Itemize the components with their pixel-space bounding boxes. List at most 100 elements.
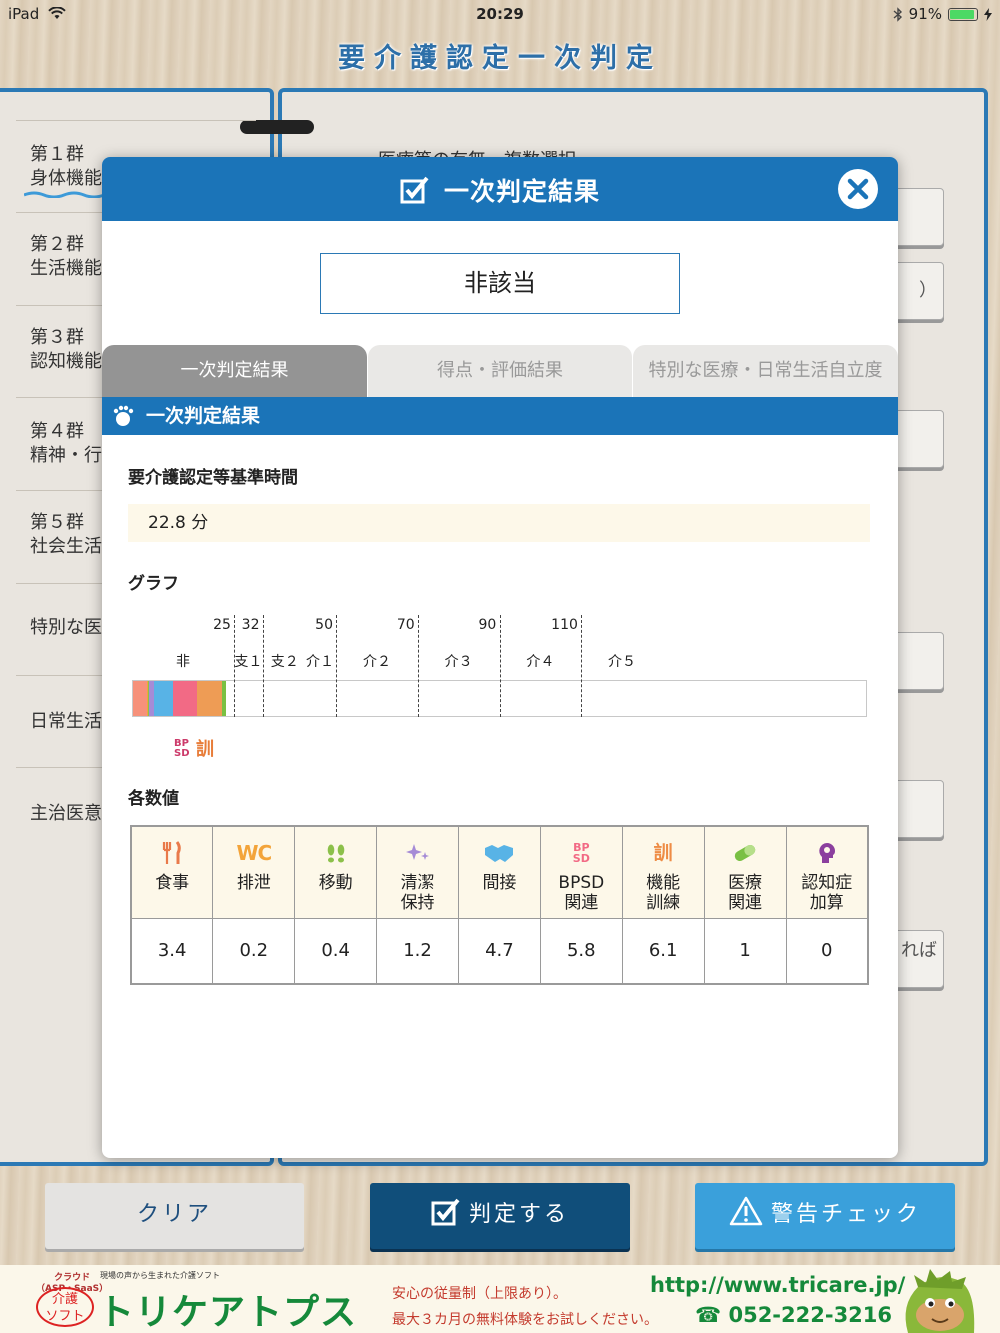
col-hygiene-label-1: 清潔 — [400, 873, 435, 893]
chart-segment — [173, 681, 198, 716]
ad-logo-circle: 介護 ソフト — [36, 1287, 94, 1327]
close-icon — [847, 178, 869, 200]
tab-special-medical[interactable]: 特別な医療・日常生活自立度 — [633, 345, 898, 397]
col-medical-label-1: 医療 — [728, 873, 763, 893]
care-level-label: 介３ — [444, 654, 473, 670]
app-title: 要介護認定一次判定 — [338, 43, 662, 74]
bluetooth-icon — [893, 6, 902, 22]
threshold-label: 70 — [396, 617, 415, 633]
threshold-line — [262, 615, 264, 717]
col-indirect-label: 間接 — [482, 873, 517, 893]
status-bar: iPad 20:29 91% — [0, 0, 1000, 28]
care-level-label: 介４ — [526, 654, 555, 670]
col-bpsd-label-1: BPSD — [558, 873, 605, 893]
status-time: 20:29 — [476, 5, 524, 23]
modal-header: 一次判定結果 — [102, 157, 898, 221]
values-label: 各数値 — [128, 789, 179, 809]
col-hygiene: 清潔 保持 — [376, 825, 459, 919]
col-meal-label: 食事 — [155, 873, 190, 893]
judge-button[interactable]: 判定する — [370, 1183, 630, 1249]
ad-text-line-2: 最大３カ月の無料体験をお試しください。 — [392, 1312, 658, 1328]
judge-button-label: 判定する — [468, 1202, 569, 1227]
care-level-label: 介１ — [305, 654, 334, 670]
standard-time-label: 要介護認定等基準時間 — [128, 468, 298, 488]
ad-banner[interactable]: クラウド （ASP・SaaS） 介護 ソフト 現場の声から生まれた介護ソフト ト… — [0, 1265, 1000, 1333]
col-training-label-2: 訓練 — [646, 893, 681, 913]
value-hygiene: 1.2 — [376, 917, 459, 985]
warning-check-button[interactable]: 警告チェック — [695, 1183, 955, 1249]
col-training-label-1: 機能 — [646, 873, 681, 893]
mascot-dinosaur-icon — [905, 1269, 975, 1333]
threshold-line — [417, 615, 419, 717]
paw-icon — [113, 405, 134, 426]
ad-tagline: 現場の声から生まれた介護ソフト — [100, 1271, 220, 1280]
col-training: 訓 機能 訓練 — [621, 825, 705, 919]
col-dementia-label-2: 加算 — [809, 893, 844, 913]
legend-bpsd-bottom: SD — [174, 748, 190, 759]
chart-segment — [133, 681, 147, 716]
col-medical-label-2: 関連 — [728, 893, 763, 913]
standard-time-value: 22.8 分 — [128, 504, 870, 542]
result-modal: 一次判定結果 非該当 一次判定結果 得点・評価結果 特別な医療・日常生活自立度 … — [102, 157, 898, 1158]
col-indirect: 間接 — [458, 825, 541, 919]
col-movement: 移動 — [294, 825, 378, 919]
value-dementia: 0 — [785, 917, 869, 985]
values-table-header-row: 食事 WC 排泄 移動 清潔 保持 間接 BP SD BPSD 関連 訓 機能 … — [130, 825, 869, 919]
bpsd-icon: BP SD — [541, 839, 622, 867]
warning-icon — [729, 1196, 763, 1226]
threshold-line — [336, 615, 338, 717]
col-movement-label: 移動 — [318, 873, 353, 893]
col-hygiene-label-2: 保持 — [400, 893, 435, 913]
sparkle-icon — [377, 839, 458, 867]
threshold-label: 50 — [315, 617, 333, 633]
value-medical: 1 — [703, 917, 787, 985]
legend-bpsd-icon: BP SD — [174, 739, 190, 759]
legend-kun-icon: 訓 — [196, 739, 214, 760]
value-training: 6.1 — [621, 917, 705, 985]
threshold-line — [499, 615, 501, 717]
value-excretion: 0.2 — [212, 917, 296, 985]
care-level-label: 支２ — [270, 654, 299, 670]
col-dementia: 認知症 加算 — [785, 825, 869, 919]
section-header: 一次判定結果 — [102, 397, 898, 435]
battery-icon — [948, 7, 978, 21]
col-bpsd: BP SD BPSD 関連 — [539, 825, 623, 919]
value-bpsd: 5.8 — [539, 917, 623, 985]
wc-icon: WC — [213, 839, 294, 867]
wc-icon-text: WC — [236, 841, 272, 865]
chart-segment — [197, 681, 222, 716]
clear-button[interactable]: クリア — [45, 1183, 304, 1249]
bg-option-6-text: れば — [901, 940, 937, 961]
col-meal: 食事 — [130, 825, 214, 919]
tab-score-evaluation[interactable]: 得点・評価結果 — [368, 345, 632, 397]
col-excretion-label: 排泄 — [236, 873, 271, 893]
bg-option-2-text: ） — [919, 280, 937, 301]
handshake-icon — [459, 839, 540, 867]
fork-knife-icon — [132, 839, 212, 867]
nav-active-underline — [24, 191, 104, 198]
tab-primary-result[interactable]: 一次判定結果 — [102, 345, 367, 397]
pill-icon — [705, 839, 786, 867]
judgement-result: 非該当 — [320, 253, 680, 314]
threshold-label: 32 — [241, 617, 260, 633]
charging-icon — [984, 7, 992, 21]
close-button[interactable] — [838, 169, 878, 209]
value-meal: 3.4 — [130, 917, 214, 985]
chart-segment — [154, 681, 174, 716]
value-movement: 0.4 — [294, 917, 378, 985]
col-medical: 医療 関連 — [703, 825, 787, 919]
col-dementia-label-1: 認知症 — [801, 873, 853, 893]
threshold-label: 90 — [478, 617, 497, 633]
section-title: 一次判定結果 — [146, 405, 261, 427]
ad-text-line-1: 安心の従量制（上限あり）。 — [392, 1286, 567, 1302]
ad-url[interactable]: http://www.tricare.jp/ — [650, 1273, 905, 1297]
warning-button-label: 警告チェック — [770, 1202, 921, 1227]
care-level-label: 介５ — [608, 654, 636, 670]
status-right: 91% — [893, 5, 992, 23]
values-table: 食事 WC 排泄 移動 清潔 保持 間接 BP SD BPSD 関連 訓 機能 … — [130, 825, 869, 985]
graph-label: グラフ — [128, 574, 179, 594]
standard-time-chart: BP SD 訓 25 32 50 70 90 110 非 支１ 支２ 介１ 介２ 介３ 介４ 介５ — [102, 597, 898, 760]
modal-title: 一次判定結果 — [443, 177, 600, 206]
clear-button-label: クリア — [136, 1202, 212, 1227]
bpsd-icon-bottom: SD — [572, 852, 590, 865]
